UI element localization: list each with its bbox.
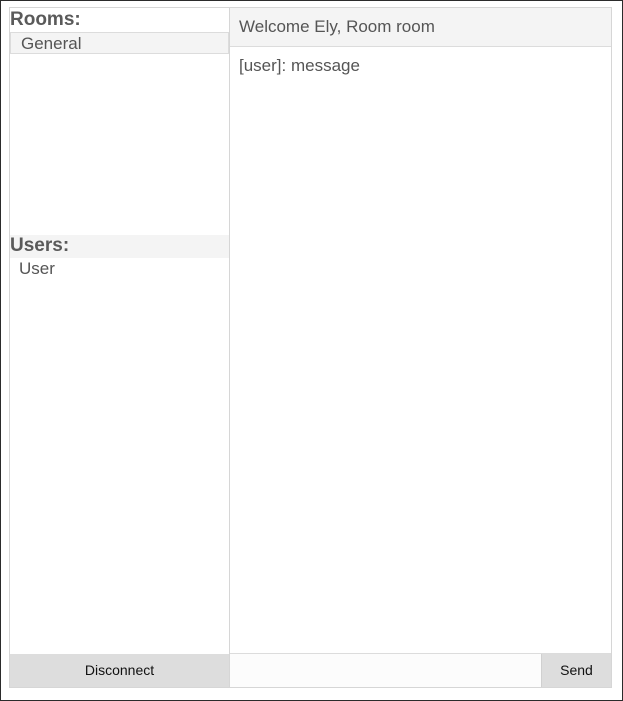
chat-main: Welcome Ely, Room room [user]: message S…	[230, 8, 611, 687]
disconnect-button[interactable]: Disconnect	[10, 654, 229, 687]
welcome-header: Welcome Ely, Room room	[230, 8, 611, 47]
room-item-general[interactable]: General	[10, 32, 229, 54]
chat-app: Rooms: General Users: User Disconnect We…	[9, 7, 612, 688]
composer: Send	[230, 653, 611, 687]
users-list: User	[10, 258, 229, 280]
users-heading: Users:	[10, 235, 229, 258]
message-item: [user]: message	[239, 56, 360, 75]
message-input[interactable]	[230, 654, 541, 687]
messages-panel[interactable]: [user]: message	[230, 47, 611, 653]
sidebar: Rooms: General Users: User Disconnect	[10, 8, 230, 687]
rooms-heading: Rooms:	[10, 9, 81, 30]
user-item: User	[19, 259, 55, 278]
rooms-list: General	[10, 32, 229, 54]
send-button[interactable]: Send	[541, 654, 611, 687]
window-frame: Rooms: General Users: User Disconnect We…	[0, 0, 623, 701]
